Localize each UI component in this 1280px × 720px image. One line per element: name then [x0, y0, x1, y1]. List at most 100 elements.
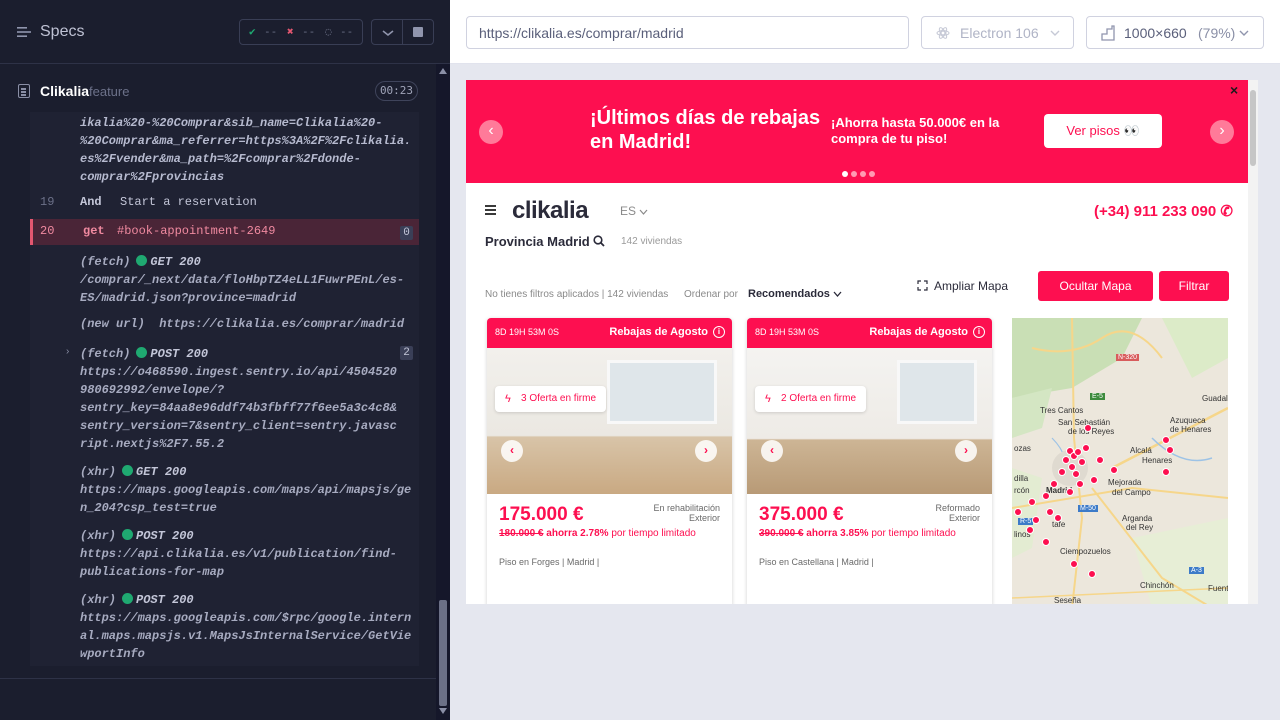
collapse-button[interactable] — [371, 19, 403, 45]
map-pin[interactable] — [1014, 508, 1022, 516]
condition: Reformado Exterior — [935, 503, 980, 523]
run-timer: 00:23 — [375, 81, 418, 101]
map-pin[interactable] — [1078, 458, 1086, 466]
location: Piso en Forges | Madrid | — [499, 557, 600, 567]
map-pin[interactable] — [1162, 468, 1170, 476]
photo-next-button[interactable]: › — [955, 440, 977, 462]
city-label: del Rey — [1126, 523, 1154, 532]
log-event-xhr-3[interactable]: (xhr) POST 200 https://maps.googleapis.co… — [80, 591, 411, 663]
map-pin[interactable] — [1082, 444, 1090, 452]
viewport-selector[interactable]: 1000×660 (79%) — [1086, 16, 1264, 49]
search-icon[interactable] — [593, 235, 606, 247]
map-pin[interactable] — [1066, 488, 1074, 496]
hamburger-menu-icon[interactable] — [485, 209, 496, 211]
map-pin[interactable] — [1046, 508, 1054, 516]
map-pin[interactable] — [1072, 470, 1080, 478]
old-price-line: 180.000 € ahorra 2.78% por tiempo limita… — [499, 528, 696, 539]
filtrar-button[interactable]: Filtrar — [1159, 271, 1229, 301]
log-event-xhr-1[interactable]: (xhr) GET 200 https://maps.googleapis.com… — [80, 463, 411, 517]
specs-label[interactable]: Specs — [40, 23, 84, 41]
info-icon[interactable]: i — [973, 326, 985, 338]
event-type: (xhr) — [80, 529, 117, 543]
scroll-thumb[interactable] — [439, 600, 447, 706]
scroll-down-icon[interactable] — [439, 708, 447, 714]
line-number: 20 — [40, 224, 55, 238]
map-pin[interactable] — [1088, 570, 1096, 578]
banner-close-icon[interactable]: × — [1230, 82, 1238, 98]
property-photo[interactable]: ϟ 3 Oferta en firme ‹ › — [487, 348, 732, 494]
photo-next-button[interactable]: › — [695, 440, 717, 462]
lightning-icon: ϟ — [505, 393, 511, 405]
event-method: GET 200 — [150, 255, 201, 269]
phone-link[interactable]: (+34) 911 233 090 ✆ — [1094, 202, 1233, 220]
browser-selector[interactable]: Electron 106 — [921, 16, 1074, 49]
price: 175.000 € — [499, 504, 584, 525]
map-pin[interactable] — [1042, 492, 1050, 500]
banner-next-button[interactable]: › — [1210, 120, 1234, 144]
map-pin[interactable] — [1076, 480, 1084, 488]
dot[interactable] — [851, 171, 857, 177]
map-pin[interactable] — [1166, 446, 1174, 454]
map-pin[interactable] — [1110, 466, 1118, 474]
banner-prev-button[interactable]: ‹ — [479, 120, 503, 144]
url-bar[interactable]: https://clikalia.es/comprar/madrid — [466, 16, 909, 49]
map-pin[interactable] — [1058, 468, 1066, 476]
map-pin[interactable] — [1026, 526, 1034, 534]
property-card[interactable]: 8D 19H 53M 0S Rebajas de Agosto i ϟ 3 Ofe… — [487, 318, 732, 604]
phone-icon: ✆ — [1220, 203, 1233, 220]
map-pin[interactable] — [1042, 538, 1050, 546]
log-event-new-url[interactable]: (new url) https://clikalia.es/comprar/ma… — [80, 315, 404, 333]
page-scrollbar[interactable] — [1248, 80, 1258, 604]
info-icon[interactable]: i — [713, 326, 725, 338]
map-pin[interactable] — [1032, 516, 1040, 524]
divider — [0, 678, 436, 679]
city-label: Guadala — [1202, 394, 1228, 403]
stop-button[interactable] — [402, 19, 434, 45]
dot[interactable] — [842, 171, 848, 177]
command-row-step-20[interactable]: 20 get #book-appointment-2649 0 — [30, 219, 419, 245]
event-type: (fetch) — [80, 347, 131, 361]
chevron-right-icon[interactable]: › — [66, 346, 69, 357]
banner-pagination — [842, 164, 878, 182]
promo-banner: ‹ ¡Últimos días de rebajas en Madrid! ¡A… — [466, 80, 1248, 183]
log-event-xhr-2[interactable]: (xhr) POST 200 https://api.clikalia.es/v1… — [80, 527, 397, 581]
dot[interactable] — [860, 171, 866, 177]
property-card[interactable]: 8D 19H 53M 0S Rebajas de Agosto i ϟ 2 Ofe… — [747, 318, 992, 604]
log-event-fetch-2[interactable]: (fetch) POST 200 https://o468590.ingest.s… — [80, 345, 397, 453]
pending-circle-icon: ◌ — [325, 25, 332, 38]
command-row-step-19[interactable]: 19 And Start a reservation — [30, 190, 419, 216]
map-pin[interactable] — [1054, 514, 1062, 522]
specs-list-icon[interactable] — [16, 24, 32, 40]
photo-prev-button[interactable]: ‹ — [501, 440, 523, 462]
map-pin[interactable] — [1074, 448, 1082, 456]
old-price-line: 390.000 € ahorra 3.85% por tiempo limita… — [759, 528, 956, 539]
map-pin[interactable] — [1096, 456, 1104, 464]
page-scroll-thumb[interactable] — [1250, 90, 1256, 166]
map-pin[interactable] — [1070, 560, 1078, 568]
ampliar-mapa-button[interactable]: Ampliar Mapa — [917, 279, 1008, 293]
chevron-down-icon — [639, 209, 648, 215]
property-photo[interactable]: ϟ 2 Oferta en firme ‹ › — [747, 348, 992, 494]
map-pin[interactable] — [1084, 424, 1092, 432]
map-view[interactable]: N-320 E-5 Tres Cantos San Sebastián de l… — [1012, 318, 1228, 604]
dot[interactable] — [869, 171, 875, 177]
language-selector[interactable]: ES — [620, 204, 648, 218]
event-url: https://maps.googleapis.com/$rpc/google.… — [80, 611, 412, 661]
sort-dropdown[interactable]: Recomendados — [748, 288, 842, 300]
clikalia-logo[interactable]: clikalia — [512, 197, 589, 225]
offer-badge: ϟ 3 Oferta en firme — [495, 386, 607, 412]
log-scrollbar[interactable] — [436, 64, 450, 720]
photo-prev-button[interactable]: ‹ — [761, 440, 783, 462]
log-event-fetch-1[interactable]: (fetch) GET 200 /comprar/_next/data/floHb… — [80, 253, 404, 307]
scroll-up-icon[interactable] — [439, 68, 447, 74]
ver-pisos-button[interactable]: Ver pisos 👀 — [1044, 114, 1162, 148]
map-pin[interactable] — [1028, 498, 1036, 506]
stop-icon — [413, 27, 423, 37]
ocultar-mapa-button[interactable]: Ocultar Mapa — [1038, 271, 1153, 301]
map-pin[interactable] — [1050, 480, 1058, 488]
ruler-icon — [1101, 25, 1115, 41]
city-label: ozas — [1014, 444, 1031, 453]
city-label: Ciempozuelos — [1060, 547, 1111, 556]
map-pin[interactable] — [1162, 436, 1170, 444]
map-pin[interactable] — [1090, 476, 1098, 484]
